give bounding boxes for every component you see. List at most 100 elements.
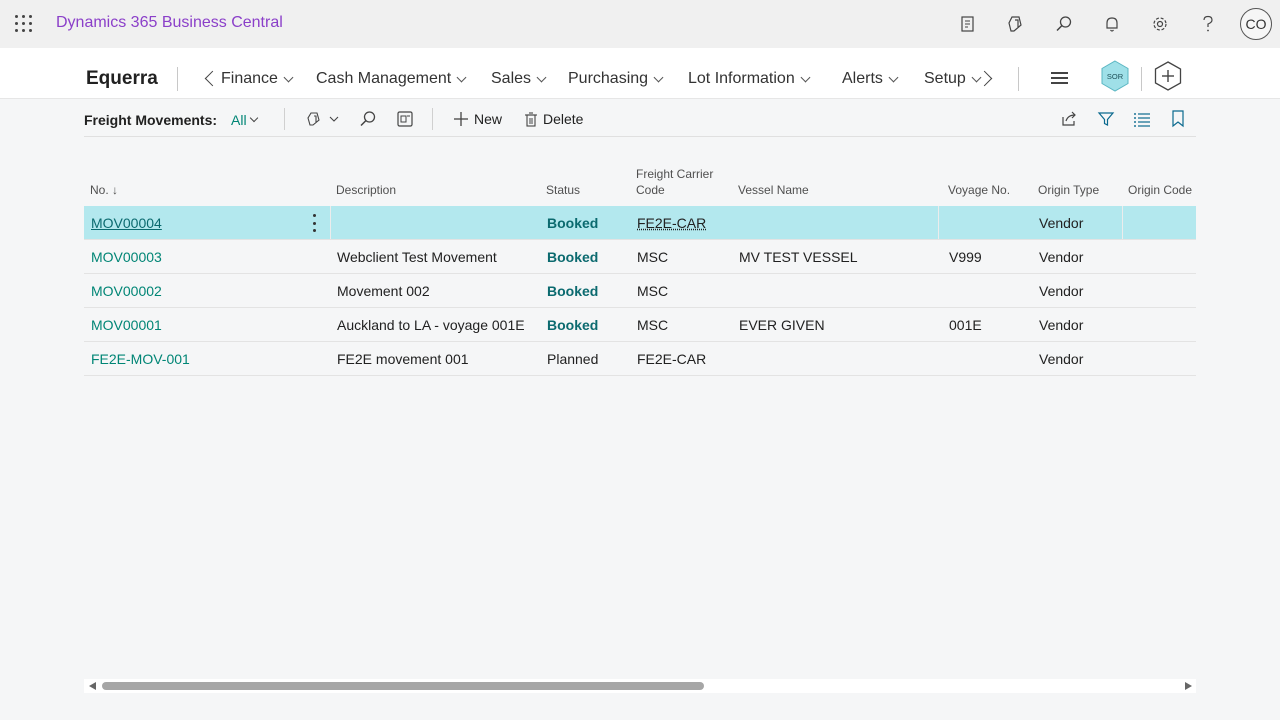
row-description: FE2E movement 001 [337, 351, 469, 367]
row-number-link[interactable]: MOV00004 [91, 215, 162, 231]
row-actions-icon[interactable] [313, 214, 317, 232]
column-header-label: No. [90, 183, 109, 197]
gear-icon[interactable] [1148, 12, 1172, 36]
nav-item-label: Alerts [842, 70, 883, 87]
menu-icon[interactable] [1051, 72, 1068, 84]
nav-item-lot-information[interactable]: Lot Information [688, 70, 811, 88]
open-in-excel-icon[interactable] [395, 109, 415, 129]
table-row[interactable]: MOV00001 Auckland to LA - voyage 001E Bo… [84, 308, 1196, 342]
row-origin-type: Vendor [1039, 317, 1084, 333]
row-number-link[interactable]: MOV00003 [91, 249, 162, 265]
scroll-right-icon[interactable] [1185, 682, 1192, 690]
report-icon[interactable] [956, 12, 980, 36]
row-voyage-no: V999 [949, 249, 982, 265]
nav-item-label: Lot Information [688, 70, 795, 87]
row-origin-type: Vendor [1039, 249, 1084, 265]
chevron-down-icon [249, 113, 258, 123]
share-icon[interactable] [1059, 109, 1079, 129]
chevron-down-icon [456, 72, 467, 82]
sor-badge[interactable]: SOR [1099, 60, 1131, 92]
row-status: Booked [547, 249, 599, 265]
nav-item-setup[interactable]: Setup [924, 70, 982, 88]
bell-icon[interactable] [1100, 12, 1124, 36]
column-header-origin-code[interactable]: Origin Code [1128, 182, 1192, 198]
scroll-left-icon[interactable] [89, 682, 96, 690]
table-row[interactable]: MOV00004 Booked FE2E-CAR Vendor [84, 206, 1196, 240]
new-button-label: New [474, 111, 503, 127]
chevron-down-icon [653, 72, 664, 82]
row-number-link[interactable]: FE2E-MOV-001 [91, 351, 190, 367]
column-header-freight-carrier-code[interactable]: Freight Carrier Code [636, 166, 713, 198]
search-icon[interactable] [1052, 12, 1076, 36]
nav-item-label: Finance [221, 70, 278, 87]
sor-badge-label: SOR [1107, 72, 1124, 81]
divider [1141, 67, 1142, 91]
chevron-down-icon [800, 72, 811, 82]
horizontal-scrollbar[interactable] [84, 679, 1196, 693]
divider [432, 108, 433, 130]
add-role-button[interactable] [1152, 60, 1184, 92]
plus-icon [454, 112, 468, 126]
action-bar: Freight Movements: All New Delete [84, 100, 1196, 137]
divider [1122, 206, 1123, 239]
column-header-status[interactable]: Status [546, 182, 580, 198]
row-status: Booked [547, 317, 599, 333]
column-header-voyage-no[interactable]: Voyage No. [948, 182, 1010, 198]
nav-item-cash-management[interactable]: Cash Management [316, 70, 467, 88]
row-vessel-name: EVER GIVEN [739, 317, 825, 333]
divider [284, 108, 285, 130]
row-voyage-no: 001E [949, 317, 982, 333]
row-vessel-name: MV TEST VESSEL [739, 249, 858, 265]
copilot-icon[interactable] [1004, 12, 1028, 36]
table-row[interactable]: MOV00003 Webclient Test Movement Booked … [84, 240, 1196, 274]
company-name[interactable]: Equerra [86, 68, 158, 90]
new-button[interactable]: New [454, 111, 502, 127]
view-selector-label: All [231, 112, 247, 128]
table-row[interactable]: FE2E-MOV-001 FE2E movement 001 Planned F… [84, 342, 1196, 376]
delete-button-label: Delete [543, 111, 584, 127]
row-origin-type: Vendor [1039, 215, 1084, 231]
nav-item-label: Sales [491, 70, 532, 87]
page-title: Freight Movements: [84, 112, 218, 128]
column-header-line: Freight Carrier [636, 167, 714, 181]
app-title[interactable]: Dynamics 365 Business Central [56, 14, 283, 32]
column-header-no[interactable]: No. ↓ [90, 182, 118, 198]
column-header-vessel-name[interactable]: Vessel Name [738, 182, 809, 198]
row-origin-type: Vendor [1039, 351, 1084, 367]
scrollbar-thumb[interactable] [102, 682, 704, 690]
sort-down-icon: ↓ [112, 183, 119, 197]
nav-item-label: Cash Management [316, 70, 452, 87]
delete-button[interactable]: Delete [525, 111, 583, 127]
chevron-down-icon [283, 72, 294, 82]
row-number-link[interactable]: MOV00002 [91, 283, 162, 299]
row-description: Movement 002 [337, 283, 430, 299]
filter-icon[interactable] [1096, 109, 1116, 129]
app-launcher-icon[interactable] [14, 14, 34, 34]
nav-scroll-left-icon[interactable] [204, 70, 221, 87]
avatar[interactable]: CO [1240, 8, 1272, 40]
nav-item-alerts[interactable]: Alerts [842, 70, 899, 88]
nav-item-purchasing[interactable]: Purchasing [568, 70, 664, 88]
row-number-link[interactable]: MOV00001 [91, 317, 162, 333]
analysis-mode-button[interactable] [304, 109, 344, 129]
chevron-down-icon [888, 72, 899, 82]
navigation-bar: Equerra Finance Cash Management Sales Pu… [0, 48, 1280, 99]
trash-icon [525, 111, 537, 127]
nav-item-finance[interactable]: Finance [221, 70, 294, 88]
app-bar: Dynamics 365 Business Central CO [0, 0, 1280, 48]
view-selector[interactable]: All [231, 112, 258, 128]
row-carrier-code: MSC [637, 317, 669, 333]
table-header: No. ↓ Description Status Freight Carrier… [84, 148, 1196, 206]
divider [330, 206, 331, 239]
list-view-icon[interactable] [1132, 109, 1152, 129]
help-icon[interactable] [1196, 12, 1220, 36]
chevron-down-icon [536, 72, 547, 82]
row-carrier-code[interactable]: FE2E-CAR [637, 215, 706, 231]
column-header-origin-type[interactable]: Origin Type [1038, 182, 1099, 198]
table-row[interactable]: MOV00002 Movement 002 Booked MSC Vendor [84, 274, 1196, 308]
column-header-description[interactable]: Description [336, 182, 396, 198]
bookmark-icon[interactable] [1168, 109, 1188, 129]
search-icon[interactable] [358, 109, 378, 129]
row-carrier-code: FE2E-CAR [637, 351, 707, 367]
nav-item-sales[interactable]: Sales [491, 70, 547, 88]
